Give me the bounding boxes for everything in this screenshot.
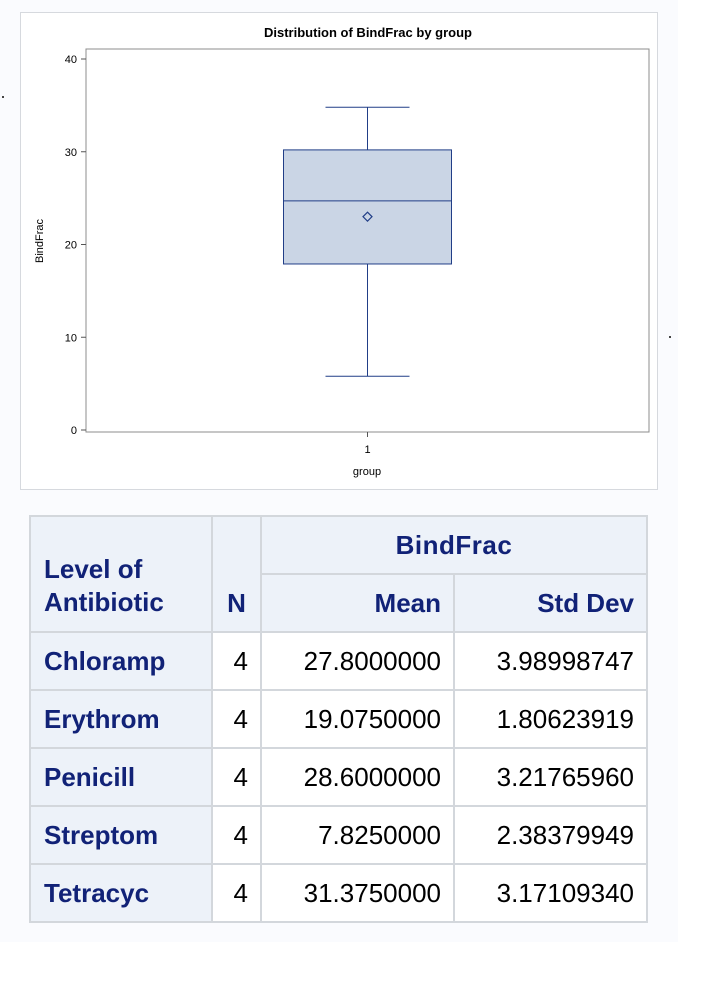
table-row: Penicill 4 28.6000000 3.21765960 <box>29 747 648 807</box>
table-row: Erythrom 4 19.0750000 1.80623919 <box>29 689 648 749</box>
row-mean: 7.8250000 <box>260 805 455 865</box>
row-n: 4 <box>211 747 262 807</box>
row-mean: 27.8000000 <box>260 631 455 691</box>
row-std: 2.38379949 <box>453 805 648 865</box>
y-tick-label: 30 <box>65 147 77 159</box>
std-dev-header: Std Dev <box>453 573 648 633</box>
row-std: 1.80623919 <box>453 689 648 749</box>
row-std: 3.17109340 <box>453 863 648 923</box>
row-label-header-line1: Level of <box>44 554 143 584</box>
x-axis: 1 <box>364 432 371 456</box>
table-row: Chloramp 4 27.8000000 3.98998747 <box>29 631 648 691</box>
stray-dot <box>2 96 4 98</box>
chart-frame: Distribution of BindFrac by group 0 10 20 3… <box>20 12 658 490</box>
row-n: 4 <box>211 805 262 865</box>
row-label-header: Level of Antibiotic <box>29 515 213 633</box>
y-tick-label: 0 <box>71 425 77 437</box>
row-level: Chloramp <box>29 631 213 691</box>
stray-dot <box>669 336 671 338</box>
table-row: Streptom 4 7.8250000 2.38379949 <box>29 805 648 865</box>
summary-table: Level of Antibiotic N BindFrac Mean Std … <box>29 515 648 923</box>
row-n: 4 <box>211 631 262 691</box>
row-n: 4 <box>211 689 262 749</box>
y-tick-label: 10 <box>65 332 77 344</box>
y-tick-label: 20 <box>65 240 77 252</box>
row-mean: 19.0750000 <box>260 689 455 749</box>
n-header: N <box>211 515 262 633</box>
row-n: 4 <box>211 863 262 923</box>
iqr-box <box>283 149 452 265</box>
y-axis-label: BindFrac <box>34 218 46 263</box>
x-tick-label: 1 <box>364 444 370 456</box>
boxplot-chart: Distribution of BindFrac by group 0 10 20 3… <box>34 25 650 478</box>
row-label-header-line2: Antibiotic <box>44 587 164 617</box>
row-mean: 31.3750000 <box>260 863 455 923</box>
x-axis-label: group <box>353 466 381 478</box>
row-mean: 28.6000000 <box>260 747 455 807</box>
row-level: Tetracyc <box>29 863 213 923</box>
y-axis: 0 10 20 30 40 <box>65 54 86 437</box>
row-std: 3.98998747 <box>453 631 648 691</box>
mean-header: Mean <box>260 573 455 633</box>
table-row: Tetracyc 4 31.3750000 3.17109340 <box>29 863 648 923</box>
chart-title: Distribution of BindFrac by group <box>264 25 472 40</box>
row-level: Penicill <box>29 747 213 807</box>
row-level: Streptom <box>29 805 213 865</box>
row-level: Erythrom <box>29 689 213 749</box>
bindfrac-header: BindFrac <box>260 515 648 575</box>
y-tick-label: 40 <box>65 54 77 66</box>
row-std: 3.21765960 <box>453 747 648 807</box>
